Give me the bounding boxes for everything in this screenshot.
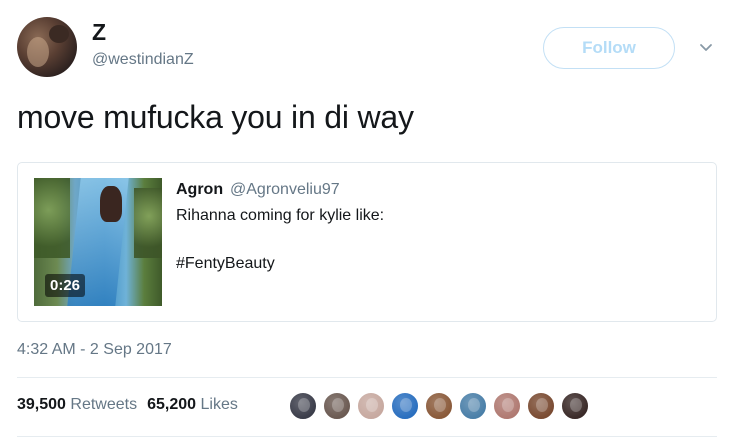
- tweet-timestamp[interactable]: 4:32 AM - 2 Sep 2017: [17, 341, 172, 359]
- liker-avatar[interactable]: [322, 391, 352, 421]
- tweet-stats: 39,500 Retweets 65,200 Likes: [17, 396, 238, 414]
- author-name[interactable]: Z: [92, 19, 106, 46]
- liker-avatar[interactable]: [560, 391, 590, 421]
- quoted-tweet-text: Rihanna coming for kylie like:: [176, 207, 385, 224]
- chevron-down-icon[interactable]: [696, 38, 716, 58]
- liker-avatar[interactable]: [458, 391, 488, 421]
- avatar-detail: [27, 37, 49, 67]
- divider: [17, 436, 717, 437]
- thumbnail-detail: [100, 186, 122, 222]
- liker-avatar[interactable]: [424, 391, 454, 421]
- liker-avatar[interactable]: [526, 391, 556, 421]
- quoted-author-handle[interactable]: @Agronveliu97: [230, 181, 340, 199]
- thumbnail-detail: [34, 178, 70, 258]
- likers-avatars: [288, 391, 594, 421]
- quoted-hashtag[interactable]: #FentyBeauty: [176, 255, 275, 273]
- tweet-text: move mufucka you in di way: [17, 99, 414, 135]
- liker-avatar[interactable]: [492, 391, 522, 421]
- thumbnail-detail: [134, 188, 162, 258]
- video-duration-badge: 0:26: [45, 274, 86, 297]
- follow-button[interactable]: Follow: [543, 27, 675, 69]
- video-thumbnail[interactable]: 0:26: [34, 178, 162, 306]
- author-avatar[interactable]: [17, 17, 77, 77]
- retweets-count: 39,500: [17, 396, 66, 413]
- likes-label: Likes: [200, 396, 238, 413]
- liker-avatar[interactable]: [390, 391, 420, 421]
- likes-count: 65,200: [147, 396, 197, 413]
- quoted-author-name[interactable]: Agron: [176, 181, 223, 199]
- author-handle[interactable]: @westindianZ: [92, 51, 194, 69]
- divider: [17, 377, 717, 378]
- likes-stat[interactable]: 65,200 Likes: [147, 396, 238, 413]
- liker-avatar[interactable]: [356, 391, 386, 421]
- retweets-label: Retweets: [70, 396, 138, 413]
- quoted-tweet-card[interactable]: 0:26 Agron @Agronveliu97 Rihanna coming …: [17, 162, 717, 322]
- retweets-stat[interactable]: 39,500 Retweets: [17, 396, 137, 413]
- avatar-detail: [49, 25, 69, 43]
- liker-avatar[interactable]: [288, 391, 318, 421]
